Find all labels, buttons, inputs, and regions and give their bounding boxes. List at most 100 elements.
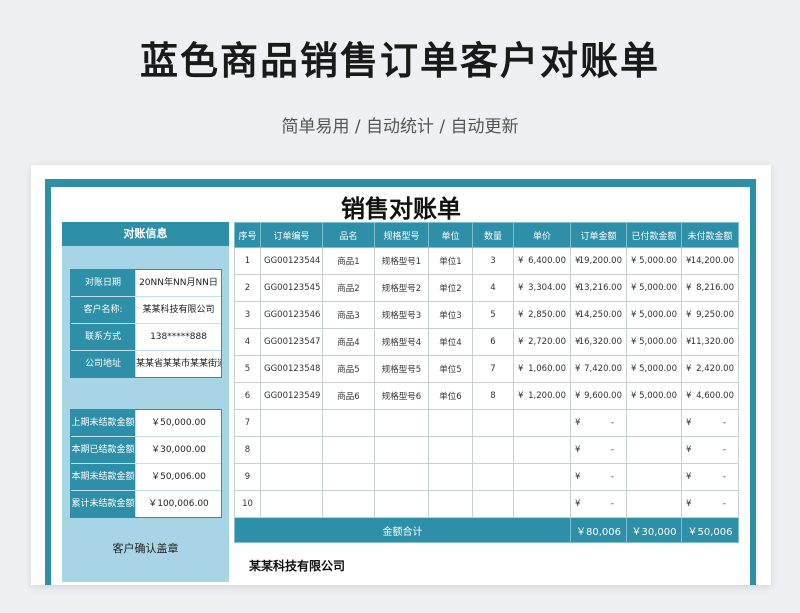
cell-unpaid[interactable]: ¥2,420.00 xyxy=(681,355,739,383)
cell-unit[interactable]: 单位5 xyxy=(428,355,473,383)
cell-no[interactable]: 1 xyxy=(234,247,261,275)
cell-amount[interactable]: ¥7,420.00 xyxy=(570,355,627,383)
total-unpaid[interactable]: ￥50,006 xyxy=(681,517,739,543)
cell-qty[interactable]: 8 xyxy=(472,382,514,410)
cell-unit[interactable]: 单位3 xyxy=(428,301,473,329)
cell-no[interactable]: 5 xyxy=(234,355,261,383)
info-value-date[interactable]: 20NN年NN月NN日 xyxy=(136,270,221,296)
column-header[interactable]: 序号 xyxy=(234,222,261,248)
cell-order[interactable] xyxy=(260,490,323,518)
cell-paid[interactable] xyxy=(626,409,682,437)
column-header[interactable]: 单价 xyxy=(513,222,571,248)
cell-unit[interactable] xyxy=(428,409,473,437)
cell-order[interactable]: GG00123547 xyxy=(260,328,323,356)
cell-name[interactable]: 商品2 xyxy=(322,274,375,302)
cell-qty[interactable]: 6 xyxy=(472,328,514,356)
cell-price[interactable] xyxy=(513,490,571,518)
cell-price[interactable] xyxy=(513,436,571,464)
cell-paid[interactable] xyxy=(626,490,682,518)
cell-spec[interactable]: 规格型号2 xyxy=(374,274,429,302)
cell-paid[interactable]: ¥5,000.00 xyxy=(626,301,682,329)
cell-name[interactable] xyxy=(322,463,375,491)
cell-qty[interactable] xyxy=(472,463,514,491)
cell-name[interactable] xyxy=(322,490,375,518)
cell-order[interactable]: GG00123549 xyxy=(260,382,323,410)
cell-qty[interactable] xyxy=(472,436,514,464)
cell-unpaid[interactable]: ¥ - xyxy=(681,436,739,464)
cell-name[interactable]: 商品1 xyxy=(322,247,375,275)
column-header[interactable]: 订单编号 xyxy=(260,222,323,248)
column-header[interactable]: 已付款金额 xyxy=(626,222,682,248)
cell-spec[interactable]: 规格型号3 xyxy=(374,301,429,329)
cell-qty[interactable] xyxy=(472,409,514,437)
cell-spec[interactable]: 规格型号1 xyxy=(374,247,429,275)
info-value-address[interactable]: 某某省某某市某某街道 xyxy=(136,351,221,377)
cell-spec[interactable]: 规格型号5 xyxy=(374,355,429,383)
cell-no[interactable]: 9 xyxy=(234,463,261,491)
cell-unpaid[interactable]: ¥9,250.00 xyxy=(681,301,739,329)
column-header[interactable]: 数量 xyxy=(472,222,514,248)
cell-paid[interactable] xyxy=(626,463,682,491)
cell-order[interactable]: GG00123544 xyxy=(260,247,323,275)
total-amount[interactable]: ￥80,006 xyxy=(570,517,627,543)
cell-amount[interactable]: ¥14,250.00 xyxy=(570,301,627,329)
cell-name[interactable]: 商品4 xyxy=(322,328,375,356)
cell-name[interactable]: 商品5 xyxy=(322,355,375,383)
column-header[interactable]: 规格型号 xyxy=(374,222,429,248)
cell-name[interactable]: 商品6 xyxy=(322,382,375,410)
cell-amount[interactable]: ¥9,600.00 xyxy=(570,382,627,410)
balance-value[interactable]: ￥50,000.00 xyxy=(136,410,221,436)
cell-name[interactable] xyxy=(322,436,375,464)
cell-order[interactable]: GG00123545 xyxy=(260,274,323,302)
cell-order[interactable] xyxy=(260,463,323,491)
cell-paid[interactable]: ¥5,000.00 xyxy=(626,382,682,410)
cell-unpaid[interactable]: ¥4,600.00 xyxy=(681,382,739,410)
cell-amount[interactable]: ¥16,320.00 xyxy=(570,328,627,356)
cell-price[interactable]: ¥6,400.00 xyxy=(513,247,571,275)
cell-qty[interactable]: 4 xyxy=(472,274,514,302)
cell-name[interactable] xyxy=(322,409,375,437)
cell-price[interactable]: ¥3,304.00 xyxy=(513,274,571,302)
balance-value[interactable]: ￥100,006.00 xyxy=(136,491,221,517)
cell-spec[interactable]: 规格型号6 xyxy=(374,382,429,410)
cell-no[interactable]: 7 xyxy=(234,409,261,437)
cell-amount[interactable]: ¥ - xyxy=(570,490,627,518)
balance-value[interactable]: ￥50,006.00 xyxy=(136,464,221,490)
cell-paid[interactable]: ¥5,000.00 xyxy=(626,247,682,275)
cell-price[interactable]: ¥2,850.00 xyxy=(513,301,571,329)
cell-qty[interactable]: 5 xyxy=(472,301,514,329)
cell-order[interactable] xyxy=(260,436,323,464)
cell-amount[interactable]: ¥ - xyxy=(570,436,627,464)
total-paid[interactable]: ￥30,000 xyxy=(626,517,682,543)
info-value-contact[interactable]: 138*****888 xyxy=(136,324,221,350)
cell-unit[interactable] xyxy=(428,490,473,518)
column-header[interactable]: 订单金额 xyxy=(570,222,627,248)
cell-unpaid[interactable]: ¥ - xyxy=(681,409,739,437)
cell-no[interactable]: 8 xyxy=(234,436,261,464)
info-value-customer[interactable]: 某某科技有限公司 xyxy=(136,297,221,323)
cell-unit[interactable] xyxy=(428,436,473,464)
cell-price[interactable] xyxy=(513,409,571,437)
cell-paid[interactable]: ¥5,000.00 xyxy=(626,274,682,302)
cell-unit[interactable]: 单位4 xyxy=(428,328,473,356)
cell-unit[interactable]: 单位1 xyxy=(428,247,473,275)
cell-spec[interactable] xyxy=(374,490,429,518)
column-header[interactable]: 品名 xyxy=(322,222,375,248)
cell-unpaid[interactable]: ¥14,200.00 xyxy=(681,247,739,275)
cell-unit[interactable]: 单位2 xyxy=(428,274,473,302)
column-header[interactable]: 未付款金额 xyxy=(681,222,739,248)
cell-no[interactable]: 10 xyxy=(234,490,261,518)
cell-no[interactable]: 6 xyxy=(234,382,261,410)
cell-paid[interactable]: ¥5,000.00 xyxy=(626,328,682,356)
cell-price[interactable]: ¥2,720.00 xyxy=(513,328,571,356)
cell-unit[interactable] xyxy=(428,463,473,491)
cell-no[interactable]: 3 xyxy=(234,301,261,329)
cell-price[interactable] xyxy=(513,463,571,491)
cell-amount[interactable]: ¥ - xyxy=(570,409,627,437)
cell-unpaid[interactable]: ¥ - xyxy=(681,490,739,518)
column-header[interactable]: 单位 xyxy=(428,222,473,248)
cell-paid[interactable] xyxy=(626,436,682,464)
cell-order[interactable]: GG00123548 xyxy=(260,355,323,383)
cell-price[interactable]: ¥1,060.00 xyxy=(513,355,571,383)
cell-unpaid[interactable]: ¥ - xyxy=(681,463,739,491)
